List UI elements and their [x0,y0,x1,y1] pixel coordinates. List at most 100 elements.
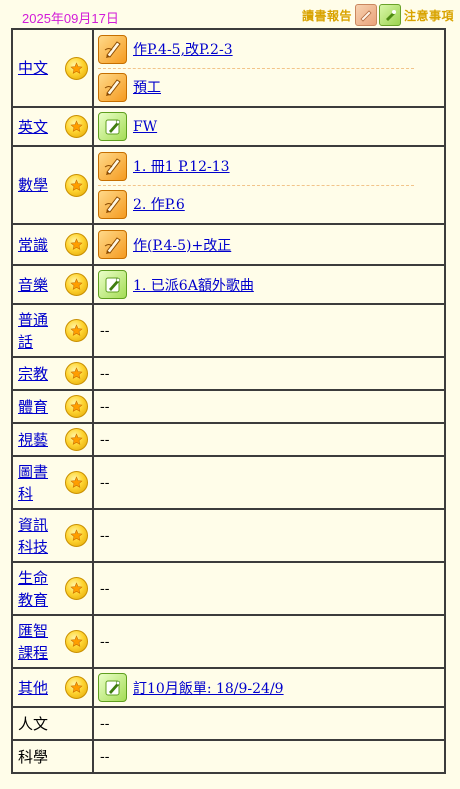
homework-table: 中文 作P.4-5,改P.2-3 預工英文 FW 數學 1. 冊1 P.12-13 2. 作… [11,28,446,774]
subject-cell: 中文 [11,28,94,108]
homework-cell: 作P.4-5,改P.2-3 預工 [92,28,446,108]
homework-cell: -- [92,561,446,616]
homework-item: 作(P.4-5)+改正 [98,226,440,263]
homework-cell: FW [92,106,446,147]
subject-row: 視藝 -- [11,422,446,457]
subject-label[interactable]: 普通話 [18,309,48,353]
subject-row: 生命 教育 -- [11,561,446,616]
star-icon[interactable] [65,273,88,296]
notice-note-icon[interactable] [98,270,127,299]
subject-row: 其他 訂10月飯單: 18/9-24/9 [11,667,446,708]
subject-label: 科學 [18,747,49,766]
no-homework-text: -- [100,633,110,650]
subject-label-line: 資訊 [18,515,49,534]
homework-cell: -- [92,303,446,358]
subject-label-line: 匯智 [18,621,49,640]
subject-label[interactable]: 常識 [18,234,48,256]
notice-note-icon[interactable] [98,673,127,702]
subject-label-line: 普通 [18,310,49,329]
subject-label[interactable]: 視藝 [18,429,48,451]
subject-row: 英文 FW [11,106,446,147]
no-homework-text: -- [100,322,110,339]
subject-row: 人文 -- [11,706,446,741]
subject-label[interactable]: 宗教 [18,363,48,385]
star-icon[interactable] [65,173,88,197]
subject-label[interactable]: 匯智 課程 [18,620,48,664]
homework-cell: -- [92,455,446,510]
star-icon[interactable] [65,676,88,699]
homework-pencil-icon[interactable] [98,189,127,219]
subject-label[interactable]: 其他 [18,677,48,699]
star-icon[interactable] [65,471,88,494]
subject-cell: 音樂 [11,264,94,305]
subject-label[interactable]: 圖書科 [18,461,48,505]
subject-label[interactable]: 體育 [18,396,48,418]
subject-label-line: 圖書 [18,462,49,481]
notice-label: 注意事項 [403,8,454,23]
homework-cell: -- [92,706,446,741]
subject-label-line: 課程 [18,643,49,662]
subject-row: 體育 -- [11,389,446,424]
subject-cell: 常識 [11,223,94,266]
homework-pencil-icon[interactable] [98,72,127,102]
subject-cell: 科學 [11,739,94,774]
star-icon[interactable] [65,56,88,80]
subject-label[interactable]: 中文 [18,57,48,79]
homework-cell: -- [92,508,446,563]
subject-row: 資訊科技 -- [11,508,446,563]
star-icon[interactable] [65,362,88,385]
subject-label-line: 科技 [18,537,49,556]
subject-row: 音樂 1. 已派6A額外歌曲 [11,264,446,305]
subject-cell: 體育 [11,389,94,424]
star-icon[interactable] [65,319,88,342]
star-icon[interactable] [65,233,88,256]
no-homework-text: -- [100,748,110,765]
subject-cell: 普通話 [11,303,94,358]
no-homework-text: -- [100,527,110,544]
subject-row: 常識 作(P.4-5)+改正 [11,223,446,266]
subject-label[interactable]: 音樂 [18,274,48,296]
subject-cell: 圖書科 [11,455,94,510]
top-bar: 2025年09月17日 讀書報告 注意事項 [0,0,460,28]
homework-link[interactable]: FW [133,119,157,135]
subject-label[interactable]: 生命 教育 [18,567,48,611]
top-links: 讀書報告 注意事項 [302,4,454,26]
subject-row: 數學 1. 冊1 P.12-13 2. 作P.6 [11,145,446,225]
star-icon[interactable] [65,115,88,138]
subject-cell: 宗教 [11,356,94,391]
star-icon[interactable] [65,428,88,451]
no-homework-text: -- [100,398,110,415]
homework-pencil-icon[interactable] [98,34,127,64]
homework-link[interactable]: 1. 已派6A額外歌曲 [133,275,254,295]
homework-item: 2. 作P.6 [98,184,414,223]
book-report-link[interactable]: 讀書報告 [302,4,377,26]
homework-link[interactable]: 2. 作P.6 [133,194,185,214]
homework-item: 預工 [98,67,414,106]
subject-label[interactable]: 數學 [18,174,48,196]
subject-label: 人文 [18,714,49,733]
no-homework-text: -- [100,580,110,597]
star-icon[interactable] [65,395,88,418]
subject-label[interactable]: 英文 [18,116,48,138]
subject-label-line: 科 [18,484,34,503]
homework-pencil-icon[interactable] [98,230,127,259]
subject-row: 科學 -- [11,739,446,774]
star-icon[interactable] [65,630,88,653]
homework-cell: 訂10月飯單: 18/9-24/9 [92,667,446,708]
homework-pencil-icon[interactable] [98,151,127,181]
notice-link[interactable]: 注意事項 [378,4,454,26]
homework-link[interactable]: 1. 冊1 P.12-13 [133,156,230,176]
subject-cell: 匯智 課程 [11,614,94,669]
date-label: 2025年09月17日 [22,11,119,26]
star-icon[interactable] [65,524,88,547]
homework-cell: -- [92,614,446,669]
star-icon[interactable] [65,577,88,600]
notice-note-icon[interactable] [98,112,127,141]
subject-label[interactable]: 資訊 科技 [18,514,48,558]
homework-link[interactable]: 作(P.4-5)+改正 [133,235,231,255]
subject-cell: 人文 [11,706,94,741]
homework-link[interactable]: 作P.4-5,改P.2-3 [133,39,233,59]
homework-link[interactable]: 預工 [133,77,161,97]
homework-link[interactable]: 訂10月飯單: 18/9-24/9 [133,678,284,698]
homework-item: FW [98,108,440,145]
